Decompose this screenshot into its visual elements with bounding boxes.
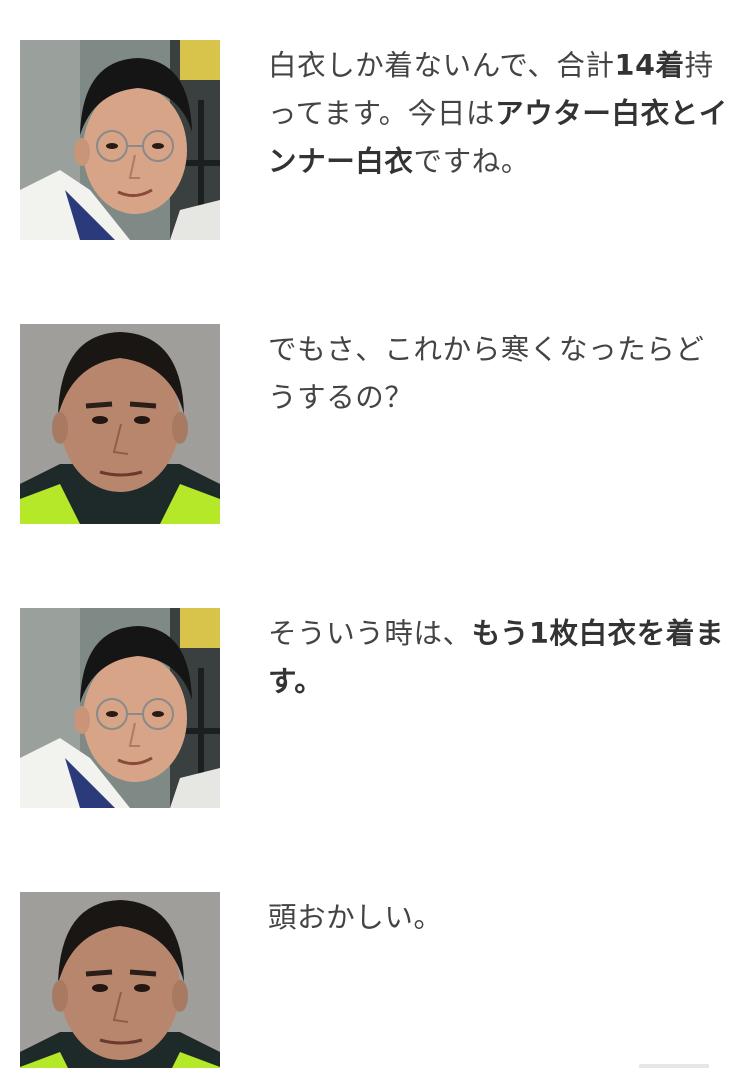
chat-message: 白衣しか着ないんで、合計14着持ってます。今日はアウター白衣とインナー白衣ですね… [0, 40, 749, 240]
avatar-interviewer-man [20, 324, 220, 524]
page-corner-tab [639, 1064, 709, 1068]
chat-message: でもさ、これから寒くなったらどうするの？ [0, 324, 749, 524]
chat-message: そういう時は、もう1枚白衣を着ます。 [0, 608, 749, 808]
chat-message: 頭おかしい。 [0, 892, 749, 1092]
message-text: 白衣しか着ないんで、合計14着持ってます。今日はアウター白衣とインナー白衣ですね… [268, 42, 730, 186]
chat-thread: 白衣しか着ないんで、合計14着持ってます。今日はアウター白衣とインナー白衣ですね… [0, 0, 749, 1068]
avatar-lab-coat-man [20, 608, 220, 808]
message-text-segment: 頭おかしい。 [268, 901, 443, 934]
message-text: 頭おかしい。 [268, 894, 730, 942]
message-text: そういう時は、もう1枚白衣を着ます。 [268, 610, 730, 706]
message-text-emphasis: 14着 [614, 49, 685, 82]
avatar-interviewer-man [20, 892, 220, 1068]
message-text-segment: 白衣しか着ないんで、合計 [268, 49, 615, 82]
message-text-segment: でもさ、これから寒くなったらどうするの？ [268, 333, 705, 414]
message-text: でもさ、これから寒くなったらどうするの？ [268, 326, 730, 422]
message-text-segment: そういう時は、 [268, 617, 472, 650]
avatar-lab-coat-man [20, 40, 220, 240]
message-text-segment: ですね。 [413, 145, 530, 178]
